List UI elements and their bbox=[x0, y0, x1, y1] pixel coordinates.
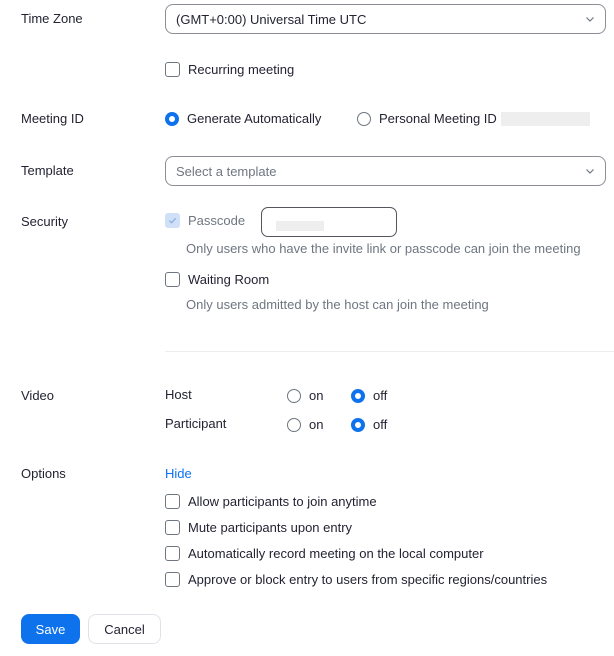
chevron-down-icon bbox=[586, 17, 594, 22]
video-participant-off-option[interactable]: off bbox=[351, 417, 387, 432]
recurring-meeting-checkbox[interactable] bbox=[165, 62, 180, 77]
waiting-room-hint: Only users admitted by the host can join… bbox=[186, 297, 489, 312]
video-host-on-option[interactable]: on bbox=[287, 388, 323, 403]
meeting-id-label: Meeting ID bbox=[21, 111, 84, 126]
option-mute-on-entry-label: Mute participants upon entry bbox=[188, 520, 353, 535]
video-label: Video bbox=[21, 388, 55, 403]
save-button[interactable]: Save bbox=[21, 614, 80, 644]
option-region-approval[interactable]: Approve or block entry to users from spe… bbox=[165, 572, 547, 587]
waiting-room-label: Waiting Room bbox=[188, 272, 270, 287]
waiting-room-checkbox[interactable] bbox=[165, 272, 180, 287]
option-auto-record-label: Automatically record meeting on the loca… bbox=[188, 546, 484, 561]
option-join-anytime-checkbox[interactable] bbox=[165, 494, 180, 509]
video-participant-label: Participant bbox=[165, 416, 227, 431]
recurring-meeting-option[interactable]: Recurring meeting bbox=[165, 62, 294, 77]
video-host-off-option[interactable]: off bbox=[351, 388, 387, 403]
video-participant-on-radio[interactable] bbox=[287, 417, 301, 432]
checkmark-icon bbox=[168, 217, 177, 224]
time-zone-label: Time Zone bbox=[21, 11, 83, 26]
passcode-option[interactable]: Passcode bbox=[165, 213, 245, 228]
meeting-id-personal-label: Personal Meeting ID bbox=[379, 111, 497, 126]
recurring-meeting-label: Recurring meeting bbox=[188, 62, 295, 77]
video-participant-on-option[interactable]: on bbox=[287, 417, 323, 432]
passcode-value-redacted bbox=[276, 221, 324, 231]
option-region-approval-checkbox[interactable] bbox=[165, 572, 180, 587]
video-host-label: Host bbox=[165, 387, 192, 402]
video-host-off-label: off bbox=[373, 388, 388, 403]
passcode-checkbox[interactable] bbox=[165, 213, 180, 228]
passcode-hint: Only users who have the invite link or p… bbox=[186, 241, 581, 256]
meeting-id-generate-radio[interactable] bbox=[165, 111, 179, 126]
passcode-label: Passcode bbox=[188, 213, 246, 228]
meeting-id-personal-option[interactable]: Personal Meeting ID bbox=[357, 111, 590, 126]
option-auto-record[interactable]: Automatically record meeting on the loca… bbox=[165, 546, 484, 561]
options-hide-link[interactable]: Hide bbox=[165, 466, 192, 481]
option-auto-record-checkbox[interactable] bbox=[165, 546, 180, 561]
template-label: Template bbox=[21, 163, 74, 178]
meeting-id-personal-radio[interactable] bbox=[357, 111, 371, 126]
waiting-room-option[interactable]: Waiting Room bbox=[165, 272, 269, 287]
time-zone-value: (GMT+0:00) Universal Time UTC bbox=[176, 11, 367, 27]
meeting-id-generate-option[interactable]: Generate Automatically bbox=[165, 111, 321, 126]
video-participant-off-radio[interactable] bbox=[351, 417, 365, 432]
passcode-input[interactable] bbox=[261, 207, 397, 237]
template-select[interactable]: Select a template bbox=[165, 156, 606, 186]
option-join-anytime[interactable]: Allow participants to join anytime bbox=[165, 494, 377, 509]
option-mute-on-entry-checkbox[interactable] bbox=[165, 520, 180, 535]
options-label: Options bbox=[21, 466, 66, 481]
security-label: Security bbox=[21, 214, 68, 229]
video-host-on-label: on bbox=[309, 388, 324, 403]
video-host-on-radio[interactable] bbox=[287, 388, 301, 403]
option-region-approval-label: Approve or block entry to users from spe… bbox=[188, 572, 548, 587]
video-participant-on-label: on bbox=[309, 417, 324, 432]
template-placeholder: Select a template bbox=[176, 163, 277, 179]
chevron-down-icon bbox=[586, 169, 594, 174]
option-mute-on-entry[interactable]: Mute participants upon entry bbox=[165, 520, 352, 535]
time-zone-select[interactable]: (GMT+0:00) Universal Time UTC bbox=[165, 4, 606, 34]
option-join-anytime-label: Allow participants to join anytime bbox=[188, 494, 377, 509]
video-host-off-radio[interactable] bbox=[351, 388, 365, 403]
video-participant-off-label: off bbox=[373, 417, 388, 432]
meeting-id-generate-label: Generate Automatically bbox=[187, 111, 322, 126]
personal-meeting-id-redacted bbox=[500, 111, 590, 126]
cancel-button[interactable]: Cancel bbox=[88, 614, 161, 644]
section-divider bbox=[165, 351, 614, 352]
